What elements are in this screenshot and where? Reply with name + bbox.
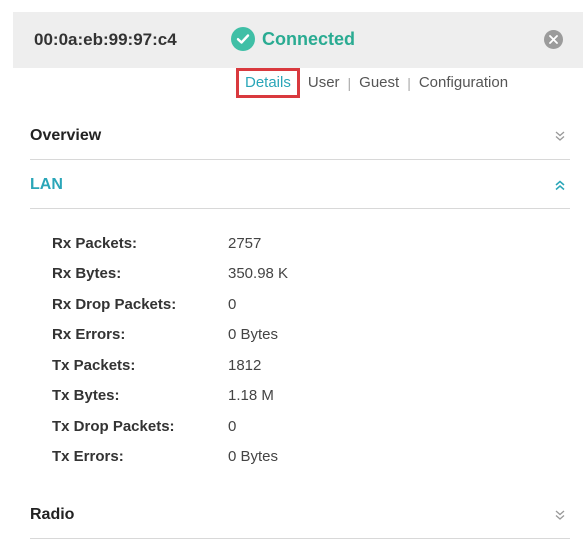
stat-row: Rx Packets: 2757 <box>52 228 288 259</box>
stat-value: 1812 <box>228 356 262 374</box>
stat-label: Tx Bytes: <box>52 387 120 405</box>
tab-guest[interactable]: Guest <box>351 72 407 94</box>
stat-row: Tx Packets: 1812 <box>52 350 288 381</box>
chevron-double-down-icon <box>555 510 565 520</box>
stat-label: Rx Drop Packets: <box>52 295 177 313</box>
section-overview-header[interactable]: Overview <box>30 113 570 160</box>
chevron-double-down-icon <box>555 131 565 141</box>
section-title: Radio <box>30 506 75 523</box>
stat-label: Rx Bytes: <box>52 265 122 283</box>
stat-value: 0 <box>228 417 237 435</box>
stat-row: Tx Drop Packets: 0 <box>52 411 288 442</box>
stat-value: 1.18 M <box>228 387 274 405</box>
stat-value: 350.98 K <box>228 265 289 283</box>
stat-value: 2757 <box>228 234 262 252</box>
stat-row: Rx Drop Packets: 0 <box>52 289 288 320</box>
connection-status: Connected <box>231 27 355 51</box>
tab-user[interactable]: User <box>300 72 348 94</box>
tab-bar: Details User | Guest | Configuration <box>236 68 516 98</box>
stat-row: Rx Errors: 0 Bytes <box>52 320 288 351</box>
section-title: LAN <box>30 176 63 193</box>
stat-label: Rx Errors: <box>52 326 126 344</box>
mac-address: 00:0a:eb:99:97:c4 <box>34 30 177 49</box>
section-title: Overview <box>30 127 102 144</box>
lan-stats-list: Rx Packets: 2757 Rx Bytes: 350.98 K Rx Dro… <box>52 228 288 472</box>
stat-row: Tx Bytes: 1.18 M <box>52 381 288 412</box>
stat-label: Rx Packets: <box>52 234 138 252</box>
stat-value: 0 Bytes <box>228 448 279 466</box>
stat-label: Tx Errors: <box>52 448 124 466</box>
tab-configuration[interactable]: Configuration <box>411 72 516 94</box>
status-text: Connected <box>262 28 356 49</box>
panel-header: 00:0a:eb:99:97:c4 Connected <box>13 12 583 68</box>
chevron-double-up-icon <box>555 180 565 191</box>
stat-value: 0 <box>228 295 237 313</box>
stat-label: Tx Drop Packets: <box>52 417 175 435</box>
tab-details[interactable]: Details <box>236 68 300 98</box>
close-icon[interactable] <box>544 30 563 49</box>
section-radio-header[interactable]: Radio <box>30 492 570 539</box>
check-circle-icon <box>231 27 255 51</box>
stat-value: 0 Bytes <box>228 326 279 344</box>
section-lan-header[interactable]: LAN <box>30 162 570 209</box>
stat-row: Rx Bytes: 350.98 K <box>52 259 288 290</box>
stat-label: Tx Packets: <box>52 356 136 374</box>
stat-row: Tx Errors: 0 Bytes <box>52 442 288 473</box>
client-details-panel: 00:0a:eb:99:97:c4 Connected Details User… <box>0 0 583 548</box>
